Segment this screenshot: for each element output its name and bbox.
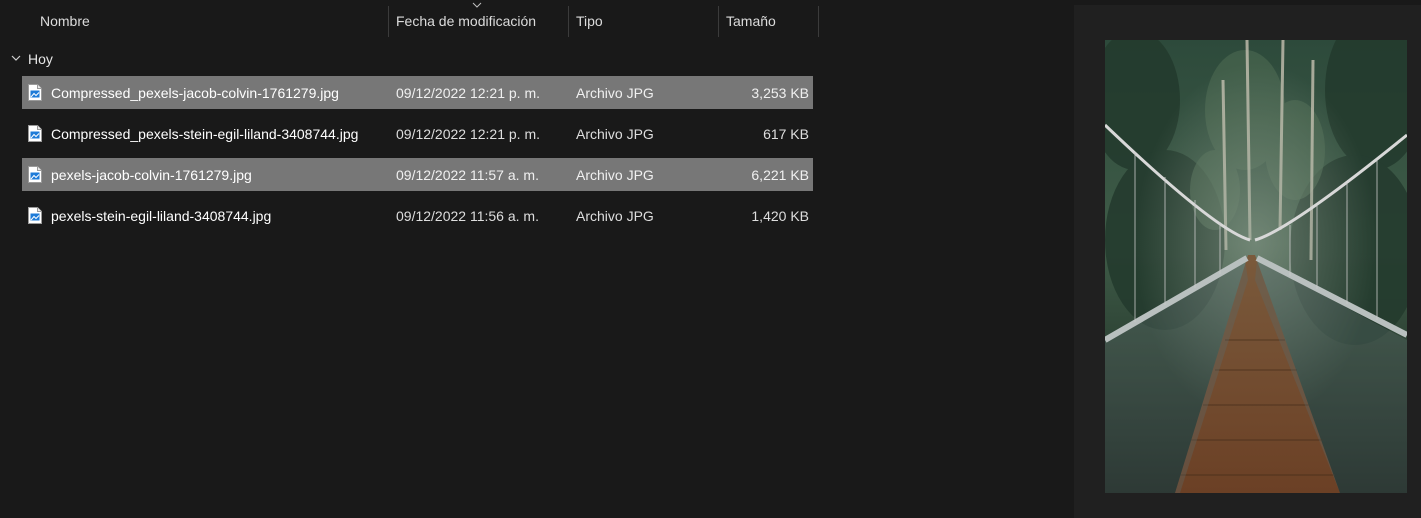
file-date: 09/12/2022 12:21 p. m. [396,85,540,101]
column-header-type[interactable]: Tipo [576,0,603,40]
file-list-pane: Nombre Fecha de modificación Tipo Tamaño… [0,0,1060,518]
image-preview [1105,40,1407,493]
file-name: pexels-jacob-colvin-1761279.jpg [51,167,252,183]
image-file-icon [28,166,42,183]
file-row[interactable]: pexels-stein-egil-liland-3408744.jpg 09/… [22,199,813,232]
file-date: 09/12/2022 11:57 a. m. [396,167,539,183]
file-date: 09/12/2022 12:21 p. m. [396,126,540,142]
file-type: Archivo JPG [576,126,654,142]
file-type: Archivo JPG [576,167,654,183]
file-size: 3,253 KB [751,85,809,101]
preview-pane [1074,5,1421,518]
column-divider[interactable] [568,6,569,37]
image-file-icon [28,207,42,224]
image-file-icon [28,84,42,101]
file-type: Archivo JPG [576,85,654,101]
column-header-name[interactable]: Nombre [40,0,90,40]
file-date: 09/12/2022 11:56 a. m. [396,208,539,224]
file-size: 1,420 KB [751,208,809,224]
image-file-icon [28,125,42,142]
file-row[interactable]: Compressed_pexels-stein-egil-liland-3408… [22,117,813,150]
column-divider[interactable] [818,6,819,37]
suspension-bridge-photo [1105,40,1407,493]
file-name: Compressed_pexels-jacob-colvin-1761279.j… [51,85,339,101]
group-header-today[interactable]: Hoy [10,48,53,70]
file-size: 6,221 KB [751,167,809,183]
file-row[interactable]: Compressed_pexels-jacob-colvin-1761279.j… [22,76,813,109]
column-divider[interactable] [388,6,389,37]
column-header-size[interactable]: Tamaño [726,0,776,40]
file-size: 617 KB [763,126,809,142]
group-label: Hoy [28,51,53,67]
file-row[interactable]: pexels-jacob-colvin-1761279.jpg 09/12/20… [22,158,813,191]
file-type: Archivo JPG [576,208,654,224]
chevron-down-icon[interactable] [10,52,22,64]
column-divider[interactable] [718,6,719,37]
file-name: Compressed_pexels-stein-egil-liland-3408… [51,126,359,142]
file-name: pexels-stein-egil-liland-3408744.jpg [51,208,272,224]
column-header-date[interactable]: Fecha de modificación [396,0,536,40]
